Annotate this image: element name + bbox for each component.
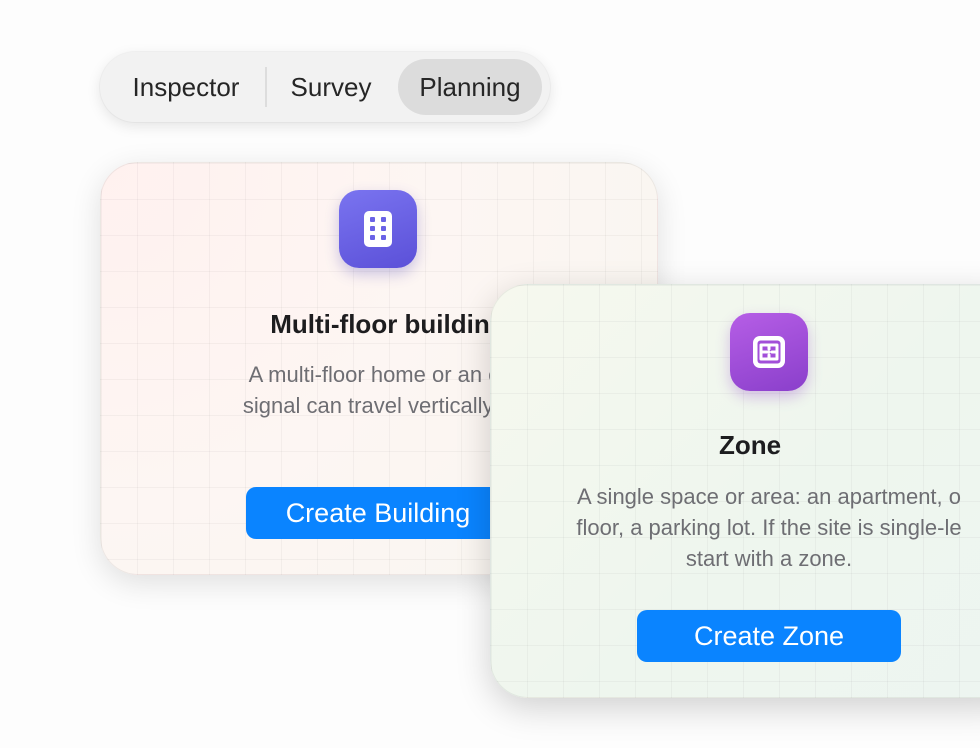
building-grid-icon — [339, 190, 417, 268]
zone-card: Zone A single space or area: an apartmen… — [490, 284, 980, 698]
tab-planning[interactable]: Planning — [398, 59, 542, 115]
segment-divider — [265, 67, 267, 107]
mode-segmented-control: Inspector Survey Planning — [100, 52, 550, 122]
zone-desc-line-1: A single space or area: an apartment, o — [576, 484, 961, 509]
create-zone-button[interactable]: Create Zone — [637, 610, 901, 662]
tab-survey[interactable]: Survey — [268, 59, 394, 115]
zone-desc-line-2: floor, a parking lot. If the site is sin… — [576, 515, 962, 540]
zone-card-title: Zone — [718, 430, 782, 460]
tab-inspector[interactable]: Inspector — [108, 59, 264, 115]
zone-card-description: A single space or area: an apartment, o … — [491, 481, 980, 574]
zone-desc-line-3: start with a zone. — [685, 546, 853, 571]
create-building-button[interactable]: Create Building — [246, 487, 510, 539]
planning-page: Inspector Survey Planning Multi-floor bu… — [0, 0, 980, 748]
zone-floorplan-icon — [730, 313, 808, 391]
